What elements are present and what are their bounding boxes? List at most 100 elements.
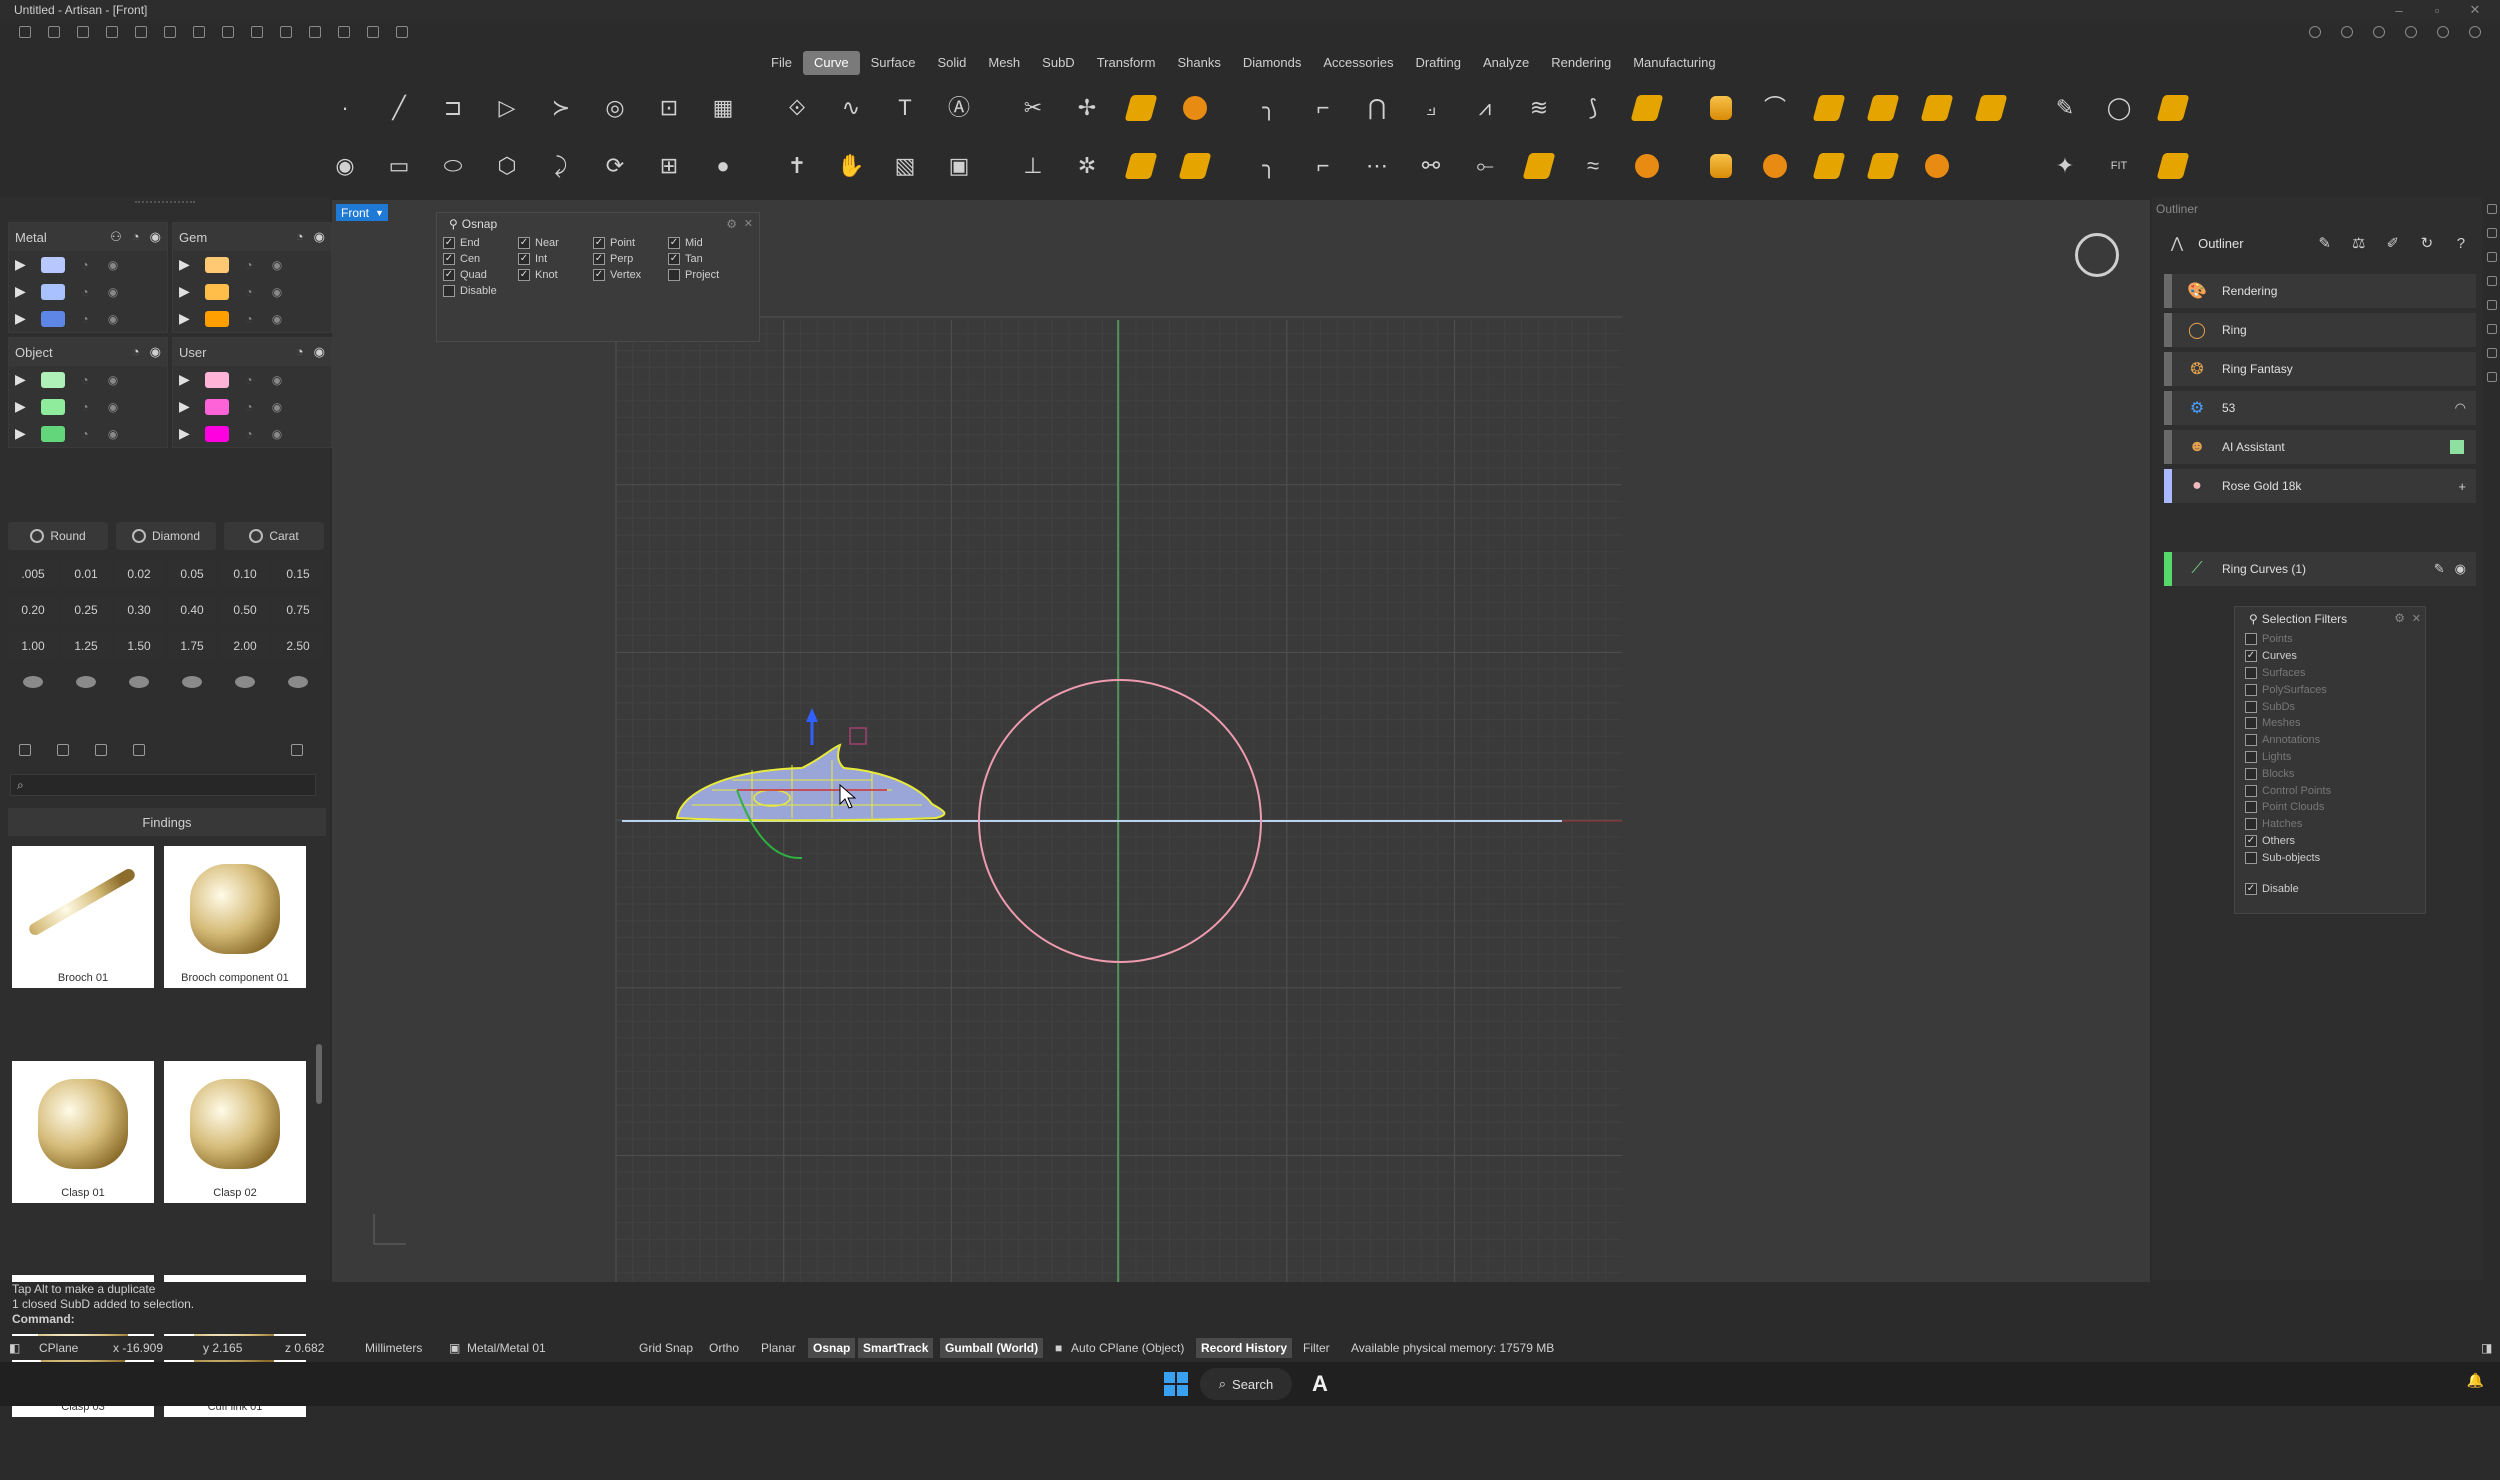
lock-icon[interactable]: ◔ xyxy=(77,400,93,414)
osnap-quad-checkbox[interactable]: ✓ Quad xyxy=(443,267,518,282)
offset-tool[interactable]: ⟓ xyxy=(1404,80,1458,136)
export-icon[interactable] xyxy=(246,22,268,42)
new-template-icon[interactable] xyxy=(43,22,65,42)
gem-e-tool[interactable] xyxy=(2146,80,2200,136)
fillet-tool[interactable]: ╮ xyxy=(1242,80,1296,136)
windows-start-icon[interactable] xyxy=(1164,1372,1188,1396)
material-swatch[interactable] xyxy=(205,283,229,300)
gem-size-button[interactable]: 0.02 xyxy=(114,560,164,588)
material-row[interactable]: ▶ ◔ ◉ xyxy=(173,420,331,447)
brush-tool[interactable]: ✎ xyxy=(2038,80,2092,136)
rebuild-corner-tool[interactable]: ⌐ xyxy=(1296,138,1350,194)
help-icon[interactable] xyxy=(2336,22,2358,42)
section-tool[interactable]: ⟐ xyxy=(770,80,824,136)
text-tool[interactable]: T xyxy=(878,80,932,136)
polyline-tool[interactable]: ⊐ xyxy=(426,80,480,136)
plugin-icon[interactable] xyxy=(391,22,413,42)
filter-meshes-checkbox[interactable]: Meshes xyxy=(2245,715,2425,732)
cage-tool[interactable]: ⊞ xyxy=(642,138,696,194)
gem-size-button[interactable]: 0.01 xyxy=(61,560,111,588)
material-swatch[interactable] xyxy=(205,398,229,415)
play-icon[interactable]: ▶ xyxy=(179,256,193,273)
library-scrollbar[interactable] xyxy=(316,1044,322,1104)
filter-polysurfaces-checkbox[interactable]: PolySurfaces xyxy=(2245,681,2425,698)
morph-tool[interactable]: ⚯ xyxy=(1404,138,1458,194)
help-icon[interactable]: ? xyxy=(2448,229,2474,257)
panel-grip[interactable] xyxy=(0,198,330,206)
material-row[interactable]: ▶ ◔ ◉ xyxy=(173,251,331,278)
menu-curve[interactable]: Curve xyxy=(802,51,860,75)
gem-c-tool[interactable] xyxy=(1910,80,1964,136)
close-icon[interactable]: ✕ xyxy=(2456,0,2494,20)
lock-icon[interactable]: ◔ xyxy=(241,427,257,441)
visibility-icon[interactable]: ◠ xyxy=(2455,400,2466,416)
panel-toggle-icon[interactable]: ◧ xyxy=(4,1338,25,1358)
undo-icon[interactable] xyxy=(130,22,152,42)
close-icon[interactable]: ✕ xyxy=(2412,612,2421,625)
gem-i-tool[interactable] xyxy=(2146,138,2200,194)
open-folder-icon[interactable] xyxy=(101,22,123,42)
gem-size-button[interactable]: 0.05 xyxy=(167,560,217,588)
gumball-toggle[interactable]: Gumball (World) xyxy=(940,1338,1044,1358)
import-icon[interactable] xyxy=(275,22,297,42)
smarttrack-toggle[interactable]: SmartTrack xyxy=(858,1338,934,1358)
save-as-icon[interactable] xyxy=(217,22,239,42)
balance-icon[interactable]: ⚖ xyxy=(2346,229,2372,257)
lock-icon[interactable]: ◔ xyxy=(77,285,93,299)
menu-file[interactable]: File xyxy=(760,51,803,75)
play-icon[interactable]: ▶ xyxy=(15,398,29,415)
helix-tool[interactable]: ⟳ xyxy=(588,138,642,194)
material-swatch[interactable] xyxy=(205,371,229,388)
material-row[interactable]: ▶ ◔ ◉ xyxy=(9,366,167,393)
split-tool[interactable]: ✢ xyxy=(1060,80,1114,136)
filter-points-checkbox[interactable]: Points xyxy=(2245,631,2425,648)
filter-control-points-checkbox[interactable]: Control Points xyxy=(2245,782,2425,799)
lock-icon[interactable]: ◔ xyxy=(77,427,93,441)
profile-tool[interactable]: ⌒ xyxy=(1748,80,1802,136)
eye-icon[interactable]: ◉ xyxy=(150,229,161,245)
auto-cplane-toggle[interactable]: Auto CPlane (Object) xyxy=(1066,1338,1189,1358)
corner-tool[interactable]: ╮ xyxy=(1242,138,1296,194)
fit-tool[interactable]: FIT xyxy=(2092,138,2146,194)
gem-size-button[interactable]: 0.75 xyxy=(273,596,323,624)
twist-tool[interactable]: ⟜ xyxy=(1458,138,1512,194)
material-swatch[interactable] xyxy=(41,310,65,327)
osnap-int-checkbox[interactable]: ✓ Int xyxy=(518,251,593,266)
play-icon[interactable]: ▶ xyxy=(15,283,29,300)
menu-surface[interactable]: Surface xyxy=(860,51,927,75)
library-item[interactable]: Clasp 02 xyxy=(164,1060,306,1203)
brush-icon[interactable]: ✎ xyxy=(2312,229,2338,257)
play-icon[interactable]: ▶ xyxy=(15,310,29,327)
pencil-icon[interactable]: ✐ xyxy=(2380,229,2406,257)
lock-icon[interactable]: ◔ xyxy=(296,229,304,245)
triangle-tool[interactable]: ▷ xyxy=(480,80,534,136)
play-icon[interactable]: ▶ xyxy=(15,371,29,388)
add-icon[interactable]: + xyxy=(2458,479,2466,494)
extend-tool[interactable] xyxy=(1114,80,1168,136)
view-navigator-icon[interactable] xyxy=(2075,233,2119,277)
save-icon[interactable] xyxy=(188,22,210,42)
gem-shape-icon[interactable] xyxy=(8,668,58,696)
dash-tool[interactable]: ⋯ xyxy=(1350,138,1404,194)
material-row[interactable]: ▶ ◔ ◉ xyxy=(9,251,167,278)
outliner-item[interactable]: ◯ Ring xyxy=(2164,313,2476,347)
shank-tool[interactable] xyxy=(1694,80,1748,136)
library-item[interactable]: Clasp 01 xyxy=(12,1060,154,1203)
eye-icon[interactable]: ◉ xyxy=(314,229,325,245)
rectangle-tool[interactable]: ▭ xyxy=(372,138,426,194)
filter-others-checkbox[interactable]: ✓ Others xyxy=(2245,833,2425,850)
spiral-tool[interactable]: ◎ xyxy=(588,80,642,136)
material-row[interactable]: ▶ ◔ ◉ xyxy=(173,393,331,420)
outliner-item[interactable]: ❂ Ring Fantasy xyxy=(2164,352,2476,386)
magic-tool[interactable]: ✦ xyxy=(2038,138,2092,194)
loft-tool[interactable] xyxy=(1114,138,1168,194)
front-viewport[interactable] xyxy=(332,200,2150,1284)
lock-icon[interactable]: ◔ xyxy=(241,312,257,326)
shank-b-tool[interactable] xyxy=(1694,138,1748,194)
panel-toggle-icon[interactable]: ◨ xyxy=(2476,1338,2497,1358)
refresh-icon[interactable] xyxy=(286,740,308,760)
group-icon[interactable]: ⚇ xyxy=(110,229,122,245)
gem-size-button[interactable]: .005 xyxy=(8,560,58,588)
menu-drafting[interactable]: Drafting xyxy=(1404,51,1472,75)
menu-manufacturing[interactable]: Manufacturing xyxy=(1622,51,1726,75)
